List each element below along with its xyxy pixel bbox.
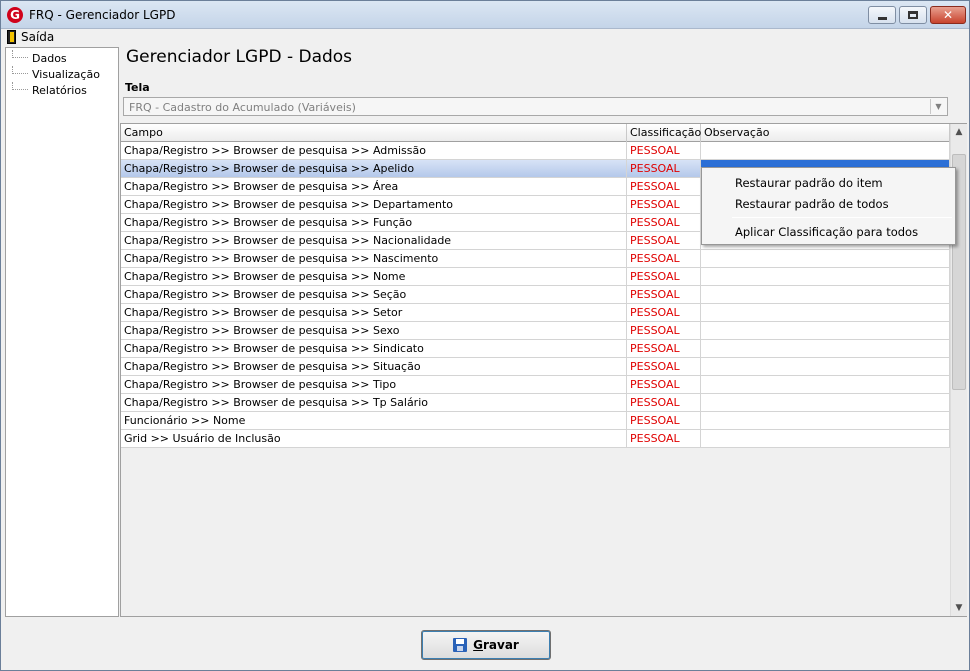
cell-classificacao[interactable]: PESSOAL <box>627 322 701 340</box>
tela-select[interactable]: FRQ - Cadastro do Acumulado (Variáveis) … <box>123 97 948 116</box>
cell-observacao[interactable] <box>701 304 950 322</box>
close-button[interactable]: ✕ <box>930 6 966 24</box>
maximize-icon <box>908 11 918 19</box>
column-header-classificacao[interactable]: Classificação <box>627 124 701 142</box>
table-row[interactable]: Funcionário >> Nome PESSOAL <box>121 412 950 430</box>
menu-bar: Saída <box>1 29 969 45</box>
table-row[interactable]: Chapa/Registro >> Browser de pesquisa >>… <box>121 322 950 340</box>
floppy-disk-icon <box>453 638 468 652</box>
cell-campo[interactable]: Chapa/Registro >> Browser de pesquisa >>… <box>121 178 627 196</box>
cell-campo[interactable]: Chapa/Registro >> Browser de pesquisa >>… <box>121 304 627 322</box>
app-logo-icon: G <box>7 7 23 23</box>
cell-campo[interactable]: Chapa/Registro >> Browser de pesquisa >>… <box>121 196 627 214</box>
column-header-campo[interactable]: Campo <box>121 124 627 142</box>
cell-observacao[interactable] <box>701 430 950 448</box>
cell-classificacao[interactable]: PESSOAL <box>627 358 701 376</box>
cell-classificacao[interactable]: PESSOAL <box>627 430 701 448</box>
cell-observacao[interactable] <box>701 322 950 340</box>
cell-classificacao[interactable]: PESSOAL <box>627 376 701 394</box>
cell-observacao[interactable] <box>701 376 950 394</box>
scroll-down-icon[interactable]: ▼ <box>951 600 967 616</box>
close-icon: ✕ <box>942 8 954 22</box>
cell-campo[interactable]: Chapa/Registro >> Browser de pesquisa >>… <box>121 268 627 286</box>
cell-campo[interactable]: Chapa/Registro >> Browser de pesquisa >>… <box>121 160 627 178</box>
cell-classificacao[interactable]: PESSOAL <box>627 196 701 214</box>
table-row[interactable]: Chapa/Registro >> Browser de pesquisa >>… <box>121 340 950 358</box>
minimize-button[interactable] <box>868 6 896 24</box>
scroll-up-icon[interactable]: ▲ <box>951 124 967 140</box>
cell-observacao[interactable] <box>701 142 950 160</box>
cell-classificacao[interactable]: PESSOAL <box>627 304 701 322</box>
cell-campo[interactable]: Chapa/Registro >> Browser de pesquisa >>… <box>121 214 627 232</box>
save-button-label: Gravar <box>473 638 519 652</box>
context-menu-separator <box>732 217 952 218</box>
menu-exit-label: Saída <box>21 30 55 44</box>
navigation-tree: Dados Visualização Relatórios <box>5 47 119 617</box>
tree-item-relatorios[interactable]: Relatórios <box>12 82 87 98</box>
tela-label: Tela <box>125 81 150 94</box>
page-title: Gerenciador LGPD - Dados <box>126 47 353 67</box>
tela-select-value: FRQ - Cadastro do Acumulado (Variáveis) <box>129 101 356 114</box>
cell-classificacao[interactable]: PESSOAL <box>627 142 701 160</box>
main-window: G FRQ - Gerenciador LGPD ✕ Saída Dados V… <box>0 0 970 671</box>
cell-campo[interactable]: Chapa/Registro >> Browser de pesquisa >>… <box>121 358 627 376</box>
context-menu-apply-classification-all[interactable]: Aplicar Classificação para todos <box>735 225 918 239</box>
exit-door-icon <box>7 30 16 44</box>
cell-classificacao[interactable]: PESSOAL <box>627 412 701 430</box>
cell-classificacao[interactable]: PESSOAL <box>627 214 701 232</box>
cell-classificacao[interactable]: PESSOAL <box>627 286 701 304</box>
cell-observacao[interactable] <box>701 340 950 358</box>
cell-campo[interactable]: Chapa/Registro >> Browser de pesquisa >>… <box>121 142 627 160</box>
tree-item-dados[interactable]: Dados <box>12 50 67 66</box>
cell-classificacao[interactable]: PESSOAL <box>627 178 701 196</box>
context-menu: Restaurar padrão do item Restaurar padrã… <box>701 167 956 245</box>
table-row[interactable]: Grid >> Usuário de Inclusão PESSOAL <box>121 430 950 448</box>
cell-classificacao[interactable]: PESSOAL <box>627 250 701 268</box>
tree-item-label: Relatórios <box>32 83 87 97</box>
tree-item-visualizacao[interactable]: Visualização <box>12 66 100 82</box>
menu-exit[interactable]: Saída <box>7 29 54 45</box>
cell-campo[interactable]: Chapa/Registro >> Browser de pesquisa >>… <box>121 340 627 358</box>
column-header-observacao[interactable]: Observação <box>701 124 950 142</box>
cell-campo[interactable]: Chapa/Registro >> Browser de pesquisa >>… <box>121 394 627 412</box>
cell-observacao[interactable] <box>701 268 950 286</box>
table-row[interactable]: Chapa/Registro >> Browser de pesquisa >>… <box>121 142 950 160</box>
cell-observacao[interactable] <box>701 250 950 268</box>
save-button[interactable]: Gravar <box>421 630 551 660</box>
cell-classificacao[interactable]: PESSOAL <box>627 232 701 250</box>
cell-observacao[interactable] <box>701 412 950 430</box>
maximize-button[interactable] <box>899 6 927 24</box>
title-bar[interactable]: G FRQ - Gerenciador LGPD ✕ <box>1 1 969 29</box>
cell-observacao[interactable] <box>701 358 950 376</box>
tree-item-label: Visualização <box>32 67 100 81</box>
cell-campo[interactable]: Chapa/Registro >> Browser de pesquisa >>… <box>121 232 627 250</box>
cell-classificacao[interactable]: PESSOAL <box>627 268 701 286</box>
grid-header: Campo Classificação Observação <box>121 124 950 142</box>
table-row[interactable]: Chapa/Registro >> Browser de pesquisa >>… <box>121 376 950 394</box>
chevron-down-icon[interactable]: ▼ <box>930 99 946 114</box>
table-row[interactable]: Chapa/Registro >> Browser de pesquisa >>… <box>121 286 950 304</box>
cell-campo[interactable]: Chapa/Registro >> Browser de pesquisa >>… <box>121 376 627 394</box>
minimize-icon <box>877 16 887 20</box>
cell-campo[interactable]: Chapa/Registro >> Browser de pesquisa >>… <box>121 286 627 304</box>
tree-item-label: Dados <box>32 51 67 65</box>
window-title: FRQ - Gerenciador LGPD <box>29 8 176 22</box>
cell-classificacao[interactable]: PESSOAL <box>627 160 701 178</box>
cell-observacao[interactable] <box>701 394 950 412</box>
cell-campo[interactable]: Chapa/Registro >> Browser de pesquisa >>… <box>121 250 627 268</box>
table-row[interactable]: Chapa/Registro >> Browser de pesquisa >>… <box>121 268 950 286</box>
cell-campo[interactable]: Chapa/Registro >> Browser de pesquisa >>… <box>121 322 627 340</box>
cell-classificacao[interactable]: PESSOAL <box>627 340 701 358</box>
context-menu-restore-all[interactable]: Restaurar padrão de todos <box>735 197 889 211</box>
cell-classificacao[interactable]: PESSOAL <box>627 394 701 412</box>
context-menu-restore-item[interactable]: Restaurar padrão do item <box>735 176 883 190</box>
cell-campo[interactable]: Funcionário >> Nome <box>121 412 627 430</box>
table-row[interactable]: Chapa/Registro >> Browser de pesquisa >>… <box>121 394 950 412</box>
table-row[interactable]: Chapa/Registro >> Browser de pesquisa >>… <box>121 358 950 376</box>
cell-observacao[interactable] <box>701 286 950 304</box>
table-row[interactable]: Chapa/Registro >> Browser de pesquisa >>… <box>121 304 950 322</box>
cell-campo[interactable]: Grid >> Usuário de Inclusão <box>121 430 627 448</box>
table-row[interactable]: Chapa/Registro >> Browser de pesquisa >>… <box>121 250 950 268</box>
